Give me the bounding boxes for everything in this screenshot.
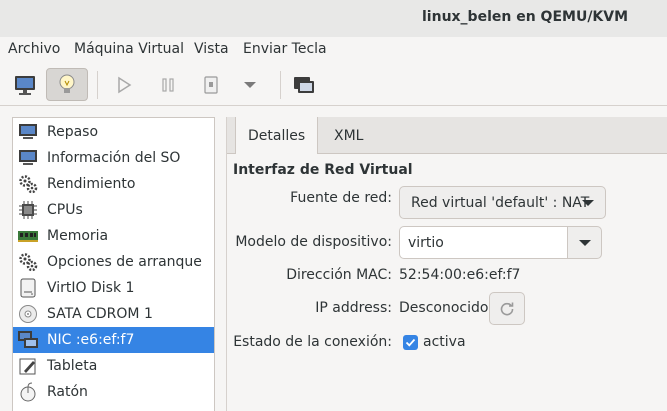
section-title: Interfaz de Red Virtual: [233, 162, 413, 178]
sidebar-item-label: Información del SO: [47, 150, 181, 166]
device-model-field[interactable]: virtio: [399, 226, 568, 259]
memory-icon: [16, 226, 40, 246]
sidebar-item-memoria[interactable]: Memoria: [13, 223, 214, 249]
console-button[interactable]: [7, 68, 43, 101]
dropdown-arrow-icon: [244, 81, 256, 88]
menu-enviar-tecla[interactable]: Enviar Tecla: [243, 41, 327, 57]
toolbar: [0, 65, 667, 106]
network-source-label: Fuente de red:: [290, 190, 392, 206]
shutdown-button[interactable]: [193, 68, 229, 101]
power-icon: [204, 75, 218, 94]
device-model-dropdown-button[interactable]: [567, 226, 602, 259]
sidebar-item-nic[interactable]: NIC :e6:ef:f7: [13, 327, 214, 353]
sidebar-item-label: Opciones de arranque: [47, 254, 202, 270]
cpu-chip-icon: [16, 200, 40, 220]
sidebar-item-label: SATA CDROM 1: [47, 306, 153, 322]
monitor-icon: [15, 75, 35, 95]
ip-address-value: Desconocido: [399, 300, 489, 316]
device-model-label: Modelo de dispositivo:: [235, 234, 392, 250]
run-button[interactable]: [106, 68, 142, 101]
gears-icon: [16, 174, 40, 194]
link-state-value: activa: [423, 334, 466, 350]
sidebar-item-raton[interactable]: Ratón: [13, 379, 214, 405]
tab-xml[interactable]: XML: [322, 117, 375, 154]
sidebar-item-label: Rendimiento: [47, 176, 136, 192]
toolbar-separator: [97, 71, 98, 99]
screenshot-icon: [294, 76, 314, 93]
network-source-dropdown[interactable]: Red virtual 'default' : NAT: [399, 186, 606, 219]
link-state-checkbox[interactable]: [403, 335, 418, 350]
chevron-down-icon: [579, 240, 591, 246]
sidebar-item-cpus[interactable]: CPUs: [13, 197, 214, 223]
menu-maquina-virtual[interactable]: Máquina Virtual: [74, 41, 184, 57]
monitor-icon: [16, 122, 40, 142]
sidebar-item-informacion-so[interactable]: Información del SO: [13, 145, 214, 171]
mac-address-value: 52:54:00:e6:ef:f7: [399, 267, 521, 283]
details-button[interactable]: [46, 68, 88, 101]
tab-detalles[interactable]: Detalles: [235, 117, 319, 155]
tablet-icon: [16, 356, 40, 376]
play-icon: [118, 76, 132, 93]
menu-vista[interactable]: Vista: [194, 41, 229, 57]
sidebar-item-label: Tableta: [47, 358, 98, 374]
checkmark-icon: [405, 338, 416, 347]
sidebar-item-tableta[interactable]: Tableta: [13, 353, 214, 379]
chevron-down-icon: [582, 200, 594, 206]
sidebar-item-sata-cdrom[interactable]: SATA CDROM 1: [13, 301, 214, 327]
sidebar-item-label: Memoria: [47, 228, 109, 244]
sidebar-item-rendimiento[interactable]: Rendimiento: [13, 171, 214, 197]
tab-label: XML: [334, 127, 364, 144]
sidebar-item-label: Repaso: [47, 124, 99, 140]
sidebar-item-label: NIC :e6:ef:f7: [47, 332, 135, 348]
mac-address-label: Dirección MAC:: [286, 267, 392, 283]
network-icon: [16, 330, 40, 350]
sidebar-item-label: Ratón: [47, 384, 88, 400]
network-source-value: Red virtual 'default' : NAT: [411, 194, 590, 211]
refresh-ip-button[interactable]: [489, 292, 525, 325]
device-model-value: virtio: [408, 234, 444, 251]
window-title: linux_belen en QEMU/KVM: [422, 9, 629, 25]
monitor-icon: [16, 148, 40, 168]
link-state-label: Estado de la conexión:: [233, 334, 392, 350]
details-tabs: Detalles XML: [227, 117, 667, 155]
sidebar-item-label: VirtIO Disk 1: [47, 280, 135, 296]
shutdown-menu-button[interactable]: [232, 68, 268, 101]
toolbar-separator: [280, 71, 281, 99]
lightbulb-icon: [59, 74, 75, 93]
window-titlebar[interactable]: linux_belen en QEMU/KVM: [0, 0, 667, 37]
pause-icon: [162, 77, 174, 92]
snapshots-button[interactable]: [286, 68, 322, 101]
menu-archivo[interactable]: Archivo: [8, 41, 60, 57]
tab-label: Detalles: [248, 128, 306, 144]
mouse-icon: [16, 382, 40, 402]
sidebar-item-virtio-disk[interactable]: VirtIO Disk 1: [13, 275, 214, 301]
sidebar-item-repaso[interactable]: Repaso: [13, 119, 214, 145]
menubar: Archivo Máquina Virtual Vista Enviar Tec…: [0, 37, 667, 65]
hardware-list: Repaso Información del SO Rendimiento CP…: [12, 117, 215, 411]
ip-address-label: IP address:: [315, 300, 392, 316]
gears-icon: [16, 252, 40, 272]
refresh-icon: [500, 302, 514, 315]
cdrom-icon: [16, 304, 40, 324]
disk-icon: [16, 278, 40, 298]
sidebar-item-label: CPUs: [47, 202, 83, 218]
pause-button[interactable]: [150, 68, 186, 101]
sidebar-item-opciones-arranque[interactable]: Opciones de arranque: [13, 249, 214, 275]
